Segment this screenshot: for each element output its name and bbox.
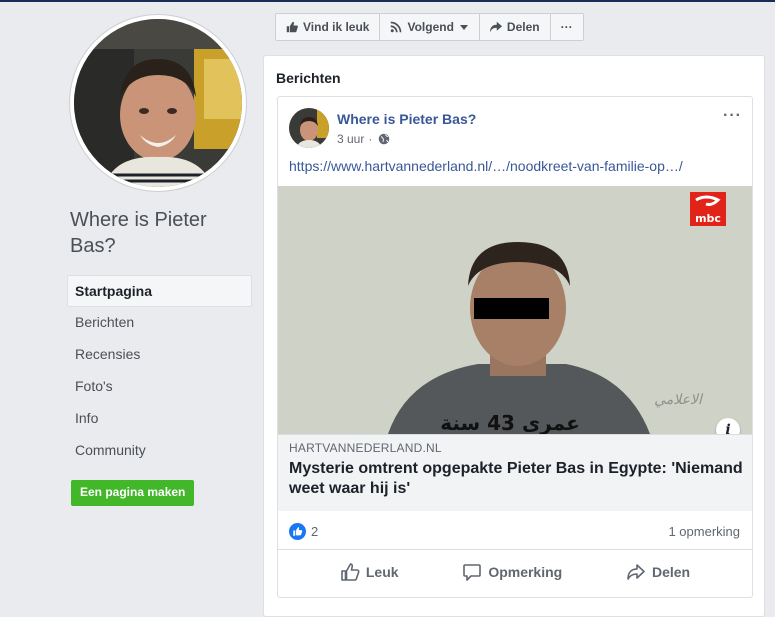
share-page-button[interactable]: Delen [478,13,551,41]
globe-icon [379,133,390,145]
comment-count[interactable]: 1 opmerking [668,524,740,539]
share-arrow-icon [489,21,502,33]
create-page-button[interactable]: Een pagina maken [71,480,195,506]
watermark-text: الاعلامي [654,392,704,408]
profile-photo [74,19,242,187]
reactions-bar: 2 1 opmerking [278,515,752,550]
link-preview[interactable]: mbc الاعلامي عمرى 43 سنة i HARTVANNEDERL… [278,186,752,511]
post-avatar[interactable] [289,108,329,148]
comment-button[interactable]: Opmerking [462,555,562,589]
side-navigation: Startpagina Berichten Recensies Foto's I… [67,275,252,467]
thumbs-up-icon [341,563,360,581]
left-column: Where is Pieter Bas? Startpagina Bericht… [0,2,262,605]
nav-item-startpagina[interactable]: Startpagina [67,275,252,307]
post-card: Where is Pieter Bas? 3 uur · ··· https:/… [277,96,753,598]
post-options-button[interactable]: ··· [723,108,742,124]
like-reaction-icon[interactable] [289,523,306,540]
post-author-link[interactable]: Where is Pieter Bas? [337,111,476,127]
channel-logo-text: mbc [695,212,721,225]
more-options-label: ··· [560,20,573,34]
nav-item-info[interactable]: Info [67,403,252,435]
share-arrow-icon [627,564,645,580]
reaction-count[interactable]: 2 [311,524,318,539]
preview-caption: HARTVANNEDERLAND.NL Mysterie omtrent opg… [278,434,752,511]
main-column: Vind ik leuk Volgend Delen ··· Berichten [262,2,775,617]
post-link-text[interactable]: https://www.hartvannederland.nl/…/noodkr… [289,158,683,174]
preview-image: mbc الاعلامي عمرى 43 سنة [278,186,752,434]
nav-item-berichten[interactable]: Berichten [67,307,252,339]
nav-item-community[interactable]: Community [67,435,252,467]
comment-label: Opmerking [488,564,563,580]
posts-panel: Berichten Where is Pieter Bas? 3 uur · ·… [263,55,765,617]
avatar-photo [289,108,329,148]
news-video-still: mbc الاعلامي عمرى 43 سنة [278,186,752,434]
post-meta: 3 uur · [337,132,390,146]
like-button[interactable]: Leuk [340,555,399,589]
follow-button[interactable]: Volgend [379,13,480,41]
like-label: Leuk [365,564,399,580]
caret-down-icon [459,25,468,30]
more-options-button[interactable]: ··· [549,13,584,41]
nav-item-fotos[interactable]: Foto's [67,371,252,403]
comment-icon [463,564,482,581]
preview-domain: HARTVANNEDERLAND.NL [289,441,442,455]
rss-icon [391,21,402,33]
like-page-button[interactable]: Vind ik leuk [275,13,381,41]
nav-item-recensies[interactable]: Recensies [67,339,252,371]
profile-picture[interactable] [70,15,246,191]
share-button[interactable]: Delen [626,555,690,589]
meta-separator: · [368,132,373,146]
share-page-label: Delen [506,20,540,34]
video-overlay-text: عمرى 43 سنة [440,411,580,434]
preview-title[interactable]: Mysterie omtrent opgepakte Pieter Bas in… [289,459,744,499]
posts-heading: Berichten [276,70,341,86]
post-actions: Leuk Opmerking Delen [278,555,752,589]
post-timestamp[interactable]: 3 uur [337,132,364,146]
thumbs-up-icon [286,21,298,33]
follow-label: Volgend [407,20,454,34]
page-name[interactable]: Where is Pieter Bas? [70,207,250,259]
share-label: Delen [651,564,691,580]
page-action-bar: Vind ik leuk Volgend Delen ··· [275,13,584,41]
like-page-label: Vind ik leuk [303,20,370,34]
